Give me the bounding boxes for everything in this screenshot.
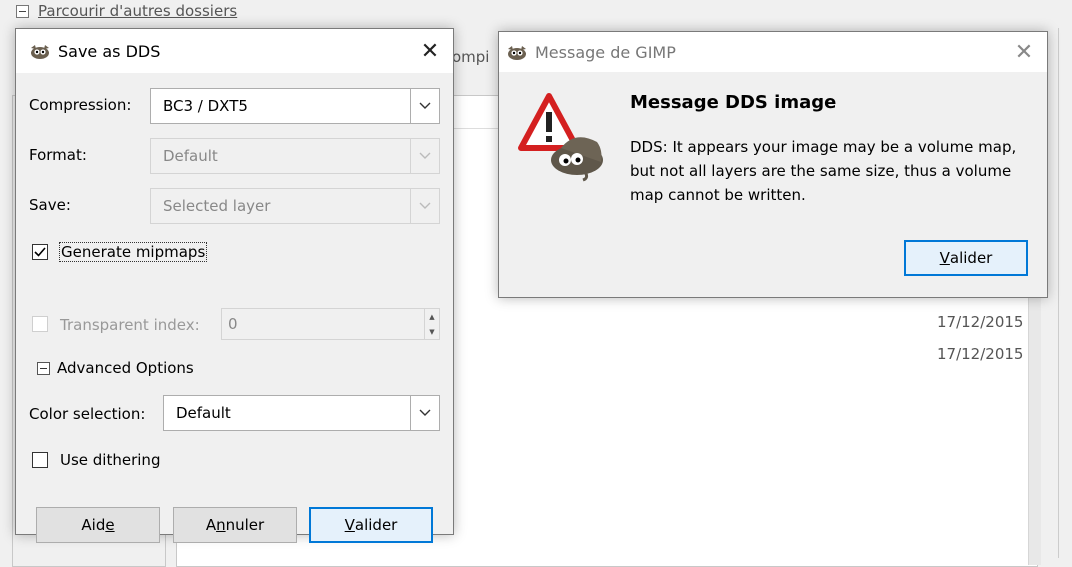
color-selection-label: Color selection: <box>29 405 146 423</box>
generate-mipmaps-label[interactable]: Generate mipmaps <box>59 242 208 262</box>
message-ok-label-post: alider <box>949 249 993 267</box>
file-date: 17/12/2015 <box>937 313 1024 331</box>
message-ok-button[interactable]: Valider <box>904 240 1028 276</box>
compression-select[interactable]: BC3 / DXT5 <box>150 88 440 124</box>
cancel-label-pre: A <box>205 516 217 534</box>
transparent-index-checkbox <box>32 316 48 332</box>
advanced-options-label: Advanced Options <box>57 359 194 377</box>
chevron-down-icon <box>410 139 439 173</box>
save-as-dds-dialog: Save as DDS ✕ Compression: BC3 / DXT5 Fo… <box>15 28 454 543</box>
cancel-label-mnemonic: n <box>216 516 226 534</box>
spin-down-icon: ▼ <box>429 327 435 336</box>
transparent-index-value: 0 <box>228 315 238 333</box>
chevron-down-icon <box>410 189 439 223</box>
message-line: map cannot be written. <box>630 186 806 204</box>
use-dithering-checkbox[interactable] <box>32 452 48 468</box>
format-select: Default <box>150 138 440 174</box>
message-heading: Message DDS image <box>630 92 837 113</box>
color-selection-select[interactable]: Default <box>163 395 440 431</box>
advanced-options-expander[interactable]: Advanced Options <box>37 359 194 377</box>
collapse-icon <box>16 4 29 18</box>
dialog-title: Message de GIMP <box>535 42 676 62</box>
gimp-message-dialog: Message de GIMP ✕ Message DDS image DDS:… <box>498 31 1048 298</box>
generate-mipmaps-checkbox[interactable] <box>32 244 48 260</box>
help-button[interactable]: Aid e <box>36 507 160 543</box>
format-label: Format: <box>29 146 87 164</box>
checkmark-icon <box>34 247 46 257</box>
dialog-titlebar: Save as DDS ✕ <box>16 29 453 73</box>
help-label-mnemonic: e <box>105 516 115 534</box>
message-line: DDS: It appears your image may be a volu… <box>630 138 1017 156</box>
close-button[interactable]: ✕ <box>1007 32 1041 72</box>
cancel-label-post: nuler <box>225 516 265 534</box>
chevron-down-icon <box>410 89 439 123</box>
background-tab-partial: ompi <box>452 48 490 66</box>
gimp-logo-icon <box>508 46 526 60</box>
chevron-down-icon <box>410 396 439 430</box>
cancel-button[interactable]: An nuler <box>173 507 297 543</box>
browse-folders-label: Parcourir d'autres dossiers <box>38 2 238 20</box>
spin-up-icon: ▲ <box>429 312 435 321</box>
background-edge <box>1058 28 1072 558</box>
ok-button[interactable]: Valider <box>309 507 433 543</box>
close-button[interactable]: ✕ <box>413 29 447 73</box>
warning-wilber-icon <box>518 93 603 182</box>
save-label: Save: <box>29 196 71 214</box>
compression-value: BC3 / DXT5 <box>163 97 248 115</box>
save-select: Selected layer <box>150 188 440 224</box>
format-value: Default <box>163 147 218 165</box>
ok-label-post: alider <box>354 516 398 534</box>
gimp-logo-icon <box>31 45 49 59</box>
collapse-icon <box>37 361 50 375</box>
dialog-title: Save as DDS <box>58 41 161 61</box>
message-ok-label-mnemonic: V <box>939 249 950 267</box>
message-line: but not all layers are the same size, th… <box>630 162 1012 180</box>
browse-folders-expander[interactable]: Parcourir d'autres dossiers <box>16 2 237 20</box>
compression-label: Compression: <box>29 96 132 114</box>
message-body: DDS: It appears your image may be a volu… <box>630 135 1016 207</box>
file-date: 17/12/2015 <box>937 345 1024 363</box>
help-label-pre: Aid <box>81 516 106 534</box>
use-dithering-label[interactable]: Use dithering <box>60 451 160 469</box>
dialog-body: Compression: BC3 / DXT5 Format: Default … <box>16 73 453 543</box>
spinner-buttons: ▲ ▼ <box>424 309 439 339</box>
dialog-body: Message DDS image DDS: It appears your i… <box>499 72 1047 297</box>
dialog-titlebar: Message de GIMP ✕ <box>499 32 1047 72</box>
transparent-index-label: Transparent index: <box>60 316 200 334</box>
transparent-index-spinner: 0 ▲ ▼ <box>221 308 440 340</box>
color-selection-value: Default <box>176 404 231 422</box>
save-value: Selected layer <box>163 197 271 215</box>
ok-label-mnemonic: V <box>344 516 355 534</box>
